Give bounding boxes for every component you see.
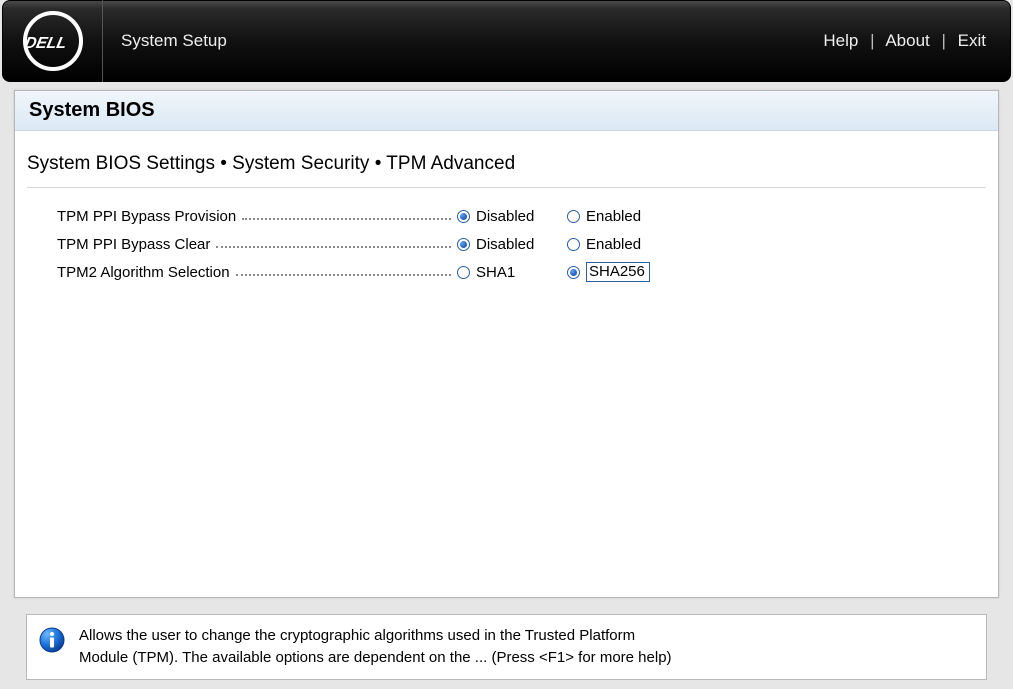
info-icon xyxy=(39,627,65,658)
setting-options: SHA1 SHA256 xyxy=(457,262,670,282)
radio-icon xyxy=(567,238,580,251)
radio-icon xyxy=(457,210,470,223)
setting-label-text: TPM PPI Bypass Clear xyxy=(57,236,214,253)
setting-label-text: TPM PPI Bypass Provision xyxy=(57,208,240,225)
exit-link[interactable]: Exit xyxy=(958,31,986,50)
panel-body: System BIOS Settings • System Security •… xyxy=(15,131,998,298)
option-sha1[interactable]: SHA1 xyxy=(457,264,547,281)
help-text-line1: Allows the user to change the cryptograp… xyxy=(79,625,672,647)
radio-icon xyxy=(457,266,470,279)
setting-label: TPM PPI Bypass Clear xyxy=(57,236,457,253)
option-enabled[interactable]: Enabled xyxy=(567,236,641,253)
setting-label: TPM PPI Bypass Provision xyxy=(57,208,457,225)
help-bar: Allows the user to change the cryptograp… xyxy=(26,614,987,680)
dell-logo: DELL xyxy=(3,0,103,82)
dotted-leader xyxy=(242,218,451,220)
dotted-leader xyxy=(216,246,451,248)
option-label: SHA1 xyxy=(476,264,515,281)
setting-label: TPM2 Algorithm Selection xyxy=(57,264,457,281)
link-separator: | xyxy=(942,31,946,50)
setting-options: Disabled Enabled xyxy=(457,236,661,253)
help-text-line2: Module (TPM). The available options are … xyxy=(79,647,672,669)
option-label: Enabled xyxy=(586,208,641,225)
top-bar: DELL System Setup Help | About | Exit xyxy=(2,0,1011,82)
radio-icon xyxy=(567,210,580,223)
app-title: System Setup xyxy=(103,31,823,51)
option-sha256[interactable]: SHA256 xyxy=(567,262,650,282)
option-label: SHA256 xyxy=(586,262,650,282)
help-text: Allows the user to change the cryptograp… xyxy=(79,625,672,669)
dotted-leader xyxy=(236,274,451,276)
option-disabled[interactable]: Disabled xyxy=(457,236,547,253)
setting-options: Disabled Enabled xyxy=(457,208,661,225)
dell-logo-icon: DELL xyxy=(21,9,85,73)
panel-header: System BIOS xyxy=(15,91,998,131)
panel-title: System BIOS xyxy=(29,99,155,122)
option-label: Disabled xyxy=(476,236,534,253)
main-panel: System BIOS System BIOS Settings • Syste… xyxy=(14,90,999,598)
setting-label-text: TPM2 Algorithm Selection xyxy=(57,264,234,281)
option-disabled[interactable]: Disabled xyxy=(457,208,547,225)
header-links: Help | About | Exit xyxy=(823,31,986,51)
setting-row-tpm-ppi-bypass-provision: TPM PPI Bypass Provision Disabled Enable… xyxy=(57,202,986,230)
svg-text:DELL: DELL xyxy=(23,34,69,52)
radio-icon xyxy=(457,238,470,251)
about-link[interactable]: About xyxy=(885,31,929,50)
option-label: Enabled xyxy=(586,236,641,253)
breadcrumb: System BIOS Settings • System Security •… xyxy=(27,153,986,188)
option-label: Disabled xyxy=(476,208,534,225)
help-link[interactable]: Help xyxy=(823,31,858,50)
radio-icon xyxy=(567,266,580,279)
link-separator: | xyxy=(870,31,874,50)
option-enabled[interactable]: Enabled xyxy=(567,208,641,225)
setting-row-tpm-ppi-bypass-clear: TPM PPI Bypass Clear Disabled Enabled xyxy=(57,230,986,258)
setting-row-tpm2-algorithm-selection: TPM2 Algorithm Selection SHA1 SHA256 xyxy=(57,258,986,286)
app-title-text: System Setup xyxy=(121,31,227,50)
settings-list: TPM PPI Bypass Provision Disabled Enable… xyxy=(27,200,986,286)
